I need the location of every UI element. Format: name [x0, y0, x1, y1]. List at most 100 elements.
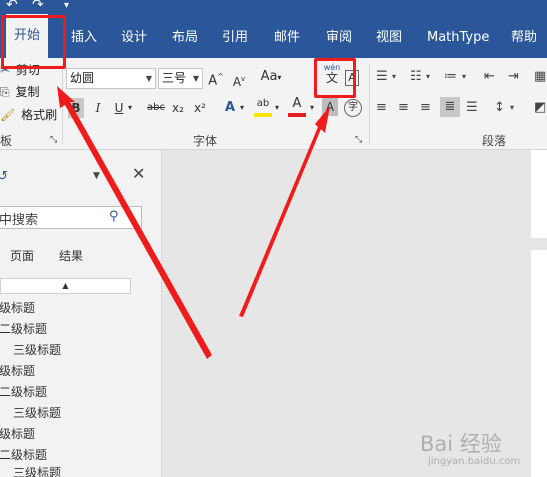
- highlight-box: [314, 58, 356, 98]
- shrink-font-button[interactable]: Av: [232, 69, 246, 92]
- line-spacing-icon[interactable]: ↕: [494, 98, 505, 118]
- format-painter-button[interactable]: 🖌 格式刷: [0, 105, 57, 125]
- heading-item[interactable]: 级标题: [0, 425, 35, 442]
- heading-item[interactable]: 级标题: [0, 299, 35, 316]
- bold-button[interactable]: B: [68, 98, 84, 118]
- italic-button[interactable]: I: [92, 98, 104, 118]
- group-divider: [369, 64, 370, 144]
- highlight-dropdown-icon[interactable]: ▾: [273, 98, 281, 118]
- customize-qat-icon[interactable]: ▾: [64, 0, 69, 11]
- redo-icon[interactable]: ↷: [32, 0, 44, 13]
- highlight-label: ab: [256, 98, 270, 109]
- paragraph-group-label: 段落: [482, 134, 507, 148]
- search-input[interactable]: 中搜索: [0, 209, 38, 228]
- chevron-down-icon: ▼: [145, 74, 152, 83]
- heading-item[interactable]: 级标题: [0, 362, 35, 379]
- enclose-char-button[interactable]: 字: [344, 99, 362, 117]
- tab-mathtype[interactable]: MathType: [427, 28, 489, 48]
- numbering-icon[interactable]: ☷: [410, 67, 422, 87]
- undo-icon[interactable]: ↶: [6, 0, 18, 13]
- clipboard-group-label: 板: [0, 134, 13, 148]
- tab-references[interactable]: 引用: [222, 28, 248, 48]
- highlight-button[interactable]: ab: [254, 95, 272, 117]
- title-bar: ↶ ↷ ▾: [0, 0, 547, 14]
- multilevel-list-icon[interactable]: ≔: [444, 67, 457, 87]
- format-painter-label: 格式刷: [21, 108, 58, 122]
- heading-item[interactable]: 三级标题: [13, 341, 61, 358]
- ribbon: ✂ 剪切 ⎘ 复制 🖌 格式刷 板 ⤡ 幼圆 ▼ 三号 ▼ A^ Av Aa▾ …: [0, 58, 547, 150]
- align-center-icon[interactable]: ≡: [398, 98, 409, 118]
- search-icon[interactable]: ⚲: [109, 207, 119, 227]
- tab-insert[interactable]: 插入: [71, 28, 97, 48]
- copy-label: 复制: [15, 85, 40, 99]
- clipboard-launcher-icon[interactable]: ⤡: [50, 130, 57, 150]
- heading-item[interactable]: 二级标题: [0, 383, 47, 400]
- char-shading-button[interactable]: A: [322, 98, 338, 116]
- copy-button[interactable]: ⎘ 复制: [0, 82, 39, 102]
- tab-results[interactable]: 结果: [59, 247, 83, 264]
- shrink-font-label: A: [232, 75, 242, 89]
- align-left-icon[interactable]: ≡: [376, 98, 387, 118]
- collapse-all-button[interactable]: ▲: [0, 278, 131, 294]
- align-right-icon[interactable]: ≡: [420, 98, 431, 118]
- effects-dropdown-icon[interactable]: ▾: [238, 98, 246, 118]
- ribbon-tab-row: 开始 插入 设计 布局 引用 邮件 审阅 视图 MathType 帮助: [0, 14, 547, 58]
- underline-button[interactable]: U: [113, 98, 125, 118]
- multilevel-dropdown-icon[interactable]: ▾: [462, 67, 466, 87]
- chevron-down-icon: ▼: [192, 74, 199, 83]
- nav-pane-icon: ↺: [0, 169, 8, 184]
- heading-item[interactable]: 二级标题: [0, 320, 47, 337]
- justify-icon[interactable]: ≣: [440, 97, 460, 117]
- bullets-icon[interactable]: ☰: [376, 67, 388, 87]
- heading-item[interactable]: 三级标题: [13, 404, 61, 421]
- tab-mailings[interactable]: 邮件: [274, 28, 300, 48]
- strikethrough-button[interactable]: abc: [146, 98, 166, 118]
- text-effects-button[interactable]: A: [222, 98, 238, 118]
- superscript-button[interactable]: x²: [192, 98, 208, 118]
- group-divider: [62, 64, 63, 144]
- navigation-pane: ↺ ▼ ✕ 中搜索 ⚲ ▾ 页面 结果 ▲ 级标题 二级标题 三级标题 级标题 …: [0, 150, 162, 477]
- font-name-value: 幼圆: [70, 71, 95, 85]
- copy-icon: ⎘: [0, 85, 10, 99]
- document-page[interactable]: [531, 250, 547, 477]
- line-spacing-dropdown-icon[interactable]: ▾: [510, 98, 514, 118]
- change-case-label: Aa: [260, 69, 278, 84]
- search-dropdown-icon[interactable]: ▾: [130, 208, 134, 228]
- paintbrush-icon: 🖌: [0, 108, 16, 122]
- tab-design[interactable]: 设计: [121, 28, 147, 48]
- bullets-dropdown-icon[interactable]: ▾: [392, 67, 396, 87]
- search-box[interactable]: 中搜索 ⚲ ▾: [0, 206, 142, 229]
- increase-indent-icon[interactable]: ⇥: [508, 67, 519, 87]
- close-icon[interactable]: ✕: [132, 164, 145, 184]
- tab-pages[interactable]: 页面: [10, 247, 34, 264]
- font-group-label: 字体: [193, 134, 218, 148]
- decrease-indent-icon[interactable]: ⇤: [484, 67, 495, 87]
- highlight-box: [1, 15, 66, 69]
- font-size-value: 三号: [162, 71, 187, 85]
- watermark-subtext: jingyan.baidu.com: [428, 456, 521, 467]
- font-color-label: A: [292, 96, 302, 111]
- pane-options-icon[interactable]: ▼: [93, 166, 100, 186]
- tab-layout[interactable]: 布局: [172, 28, 198, 48]
- font-color-dropdown-icon[interactable]: ▾: [308, 98, 316, 118]
- chinese-layout-icon[interactable]: ▦: [534, 67, 546, 87]
- underline-dropdown-icon[interactable]: ▾: [126, 98, 134, 118]
- font-size-select[interactable]: 三号 ▼: [158, 68, 203, 89]
- numbering-dropdown-icon[interactable]: ▾: [426, 67, 430, 87]
- tab-review[interactable]: 审阅: [326, 28, 352, 48]
- change-case-button[interactable]: Aa▾: [258, 67, 284, 88]
- grow-font-button[interactable]: A^: [208, 67, 224, 91]
- font-color-button[interactable]: A: [288, 95, 306, 117]
- subscript-button[interactable]: x₂: [170, 98, 186, 118]
- shading-icon[interactable]: ◩: [534, 98, 546, 118]
- watermark: Bai 经验: [420, 432, 502, 456]
- font-launcher-icon[interactable]: ⤡: [355, 130, 362, 150]
- tab-view[interactable]: 视图: [376, 28, 402, 48]
- distributed-icon[interactable]: ☰: [466, 98, 478, 118]
- document-page[interactable]: [531, 150, 547, 238]
- heading-item[interactable]: 二级标题: [0, 446, 47, 463]
- grow-font-label: A: [208, 73, 218, 89]
- font-name-select[interactable]: 幼圆 ▼: [66, 68, 156, 89]
- heading-item[interactable]: 三级标题: [13, 464, 61, 477]
- tab-help[interactable]: 帮助: [511, 28, 537, 48]
